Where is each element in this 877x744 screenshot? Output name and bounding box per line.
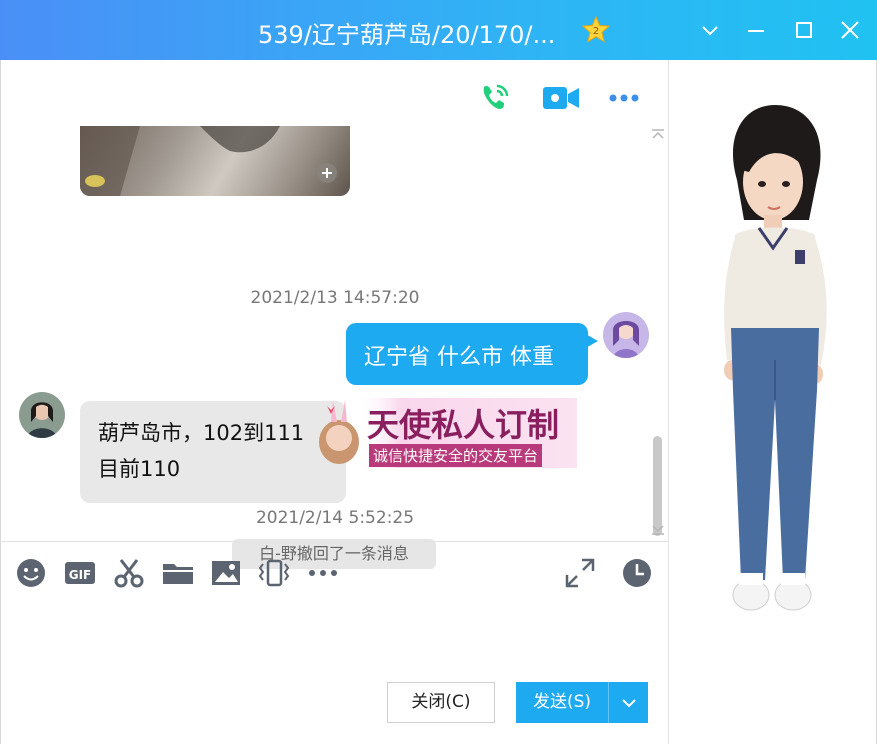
incoming-message-line: 葫芦岛市，102到111 xyxy=(98,421,305,445)
minimize-icon[interactable] xyxy=(742,16,770,44)
image-message[interactable] xyxy=(80,126,350,196)
send-options-button[interactable] xyxy=(608,682,648,723)
send-button[interactable]: 发送(S) xyxy=(516,682,608,723)
close-icon[interactable] xyxy=(836,16,864,44)
title-bar: 539/辽宁葫芦岛/20/170/... 2 xyxy=(0,0,877,60)
badge-level: 2 xyxy=(593,26,599,37)
window-shake-icon[interactable] xyxy=(257,556,291,590)
chevron-down-icon[interactable] xyxy=(696,16,724,44)
incoming-message-line: 目前110 xyxy=(98,457,181,481)
video-call-icon[interactable] xyxy=(541,80,581,116)
full-body-avatar-image xyxy=(724,105,827,611)
message-timestamp: 2021/2/14 5:52:25 xyxy=(255,508,415,528)
photo-content-image xyxy=(80,126,337,196)
more-icon[interactable] xyxy=(605,80,645,116)
more-tools-icon[interactable] xyxy=(306,556,340,590)
outgoing-message-bubble[interactable]: 辽宁省 什么市 体重 xyxy=(346,323,588,385)
message-scrollbar[interactable] xyxy=(649,126,667,604)
scroll-bottom-icon[interactable] xyxy=(651,524,665,536)
incoming-message-bubble[interactable]: 葫芦岛市，102到111 目前110 xyxy=(80,401,346,503)
window-title: 539/辽宁葫芦岛/20/170/... xyxy=(258,21,556,49)
angel-ad-sticker[interactable]: 天使私人订制 诚信快捷安全的交友平台 xyxy=(311,396,579,476)
scissors-icon[interactable] xyxy=(112,556,146,590)
chat-panel: 2021/2/13 14:57:20 辽宁省 什么市 体重 葫芦岛市，102到1… xyxy=(0,60,669,744)
star-badge-icon: 2 xyxy=(582,16,610,43)
chevron-down-icon xyxy=(622,699,636,708)
input-divider xyxy=(1,541,669,542)
scroll-thumb[interactable] xyxy=(653,436,662,536)
maximize-icon[interactable] xyxy=(790,16,818,44)
contact-avatar[interactable] xyxy=(19,392,65,438)
emoji-icon[interactable] xyxy=(14,556,48,590)
ad-subtitle: 诚信快捷安全的交友平台 xyxy=(369,444,543,467)
message-list[interactable]: 2021/2/13 14:57:20 辽宁省 什么市 体重 葫芦岛市，102到1… xyxy=(1,126,669,604)
ad-title: 天使私人订制 xyxy=(367,406,560,444)
folder-icon[interactable] xyxy=(161,556,195,590)
avatar-show-panel xyxy=(668,60,877,744)
message-input[interactable] xyxy=(11,598,659,673)
scroll-top-icon[interactable] xyxy=(651,128,665,140)
bubble-tail xyxy=(584,333,598,349)
image-icon[interactable] xyxy=(209,556,243,590)
close-button[interactable]: 关闭(C) xyxy=(387,682,495,723)
gif-icon[interactable]: GIF xyxy=(63,556,97,590)
my-avatar[interactable] xyxy=(603,312,649,358)
expand-icon[interactable] xyxy=(563,556,597,590)
history-clock-icon[interactable] xyxy=(620,556,654,590)
svg-text:GIF: GIF xyxy=(69,568,92,582)
message-timestamp: 2021/2/13 14:57:20 xyxy=(250,288,420,308)
voice-call-icon[interactable] xyxy=(475,80,515,116)
